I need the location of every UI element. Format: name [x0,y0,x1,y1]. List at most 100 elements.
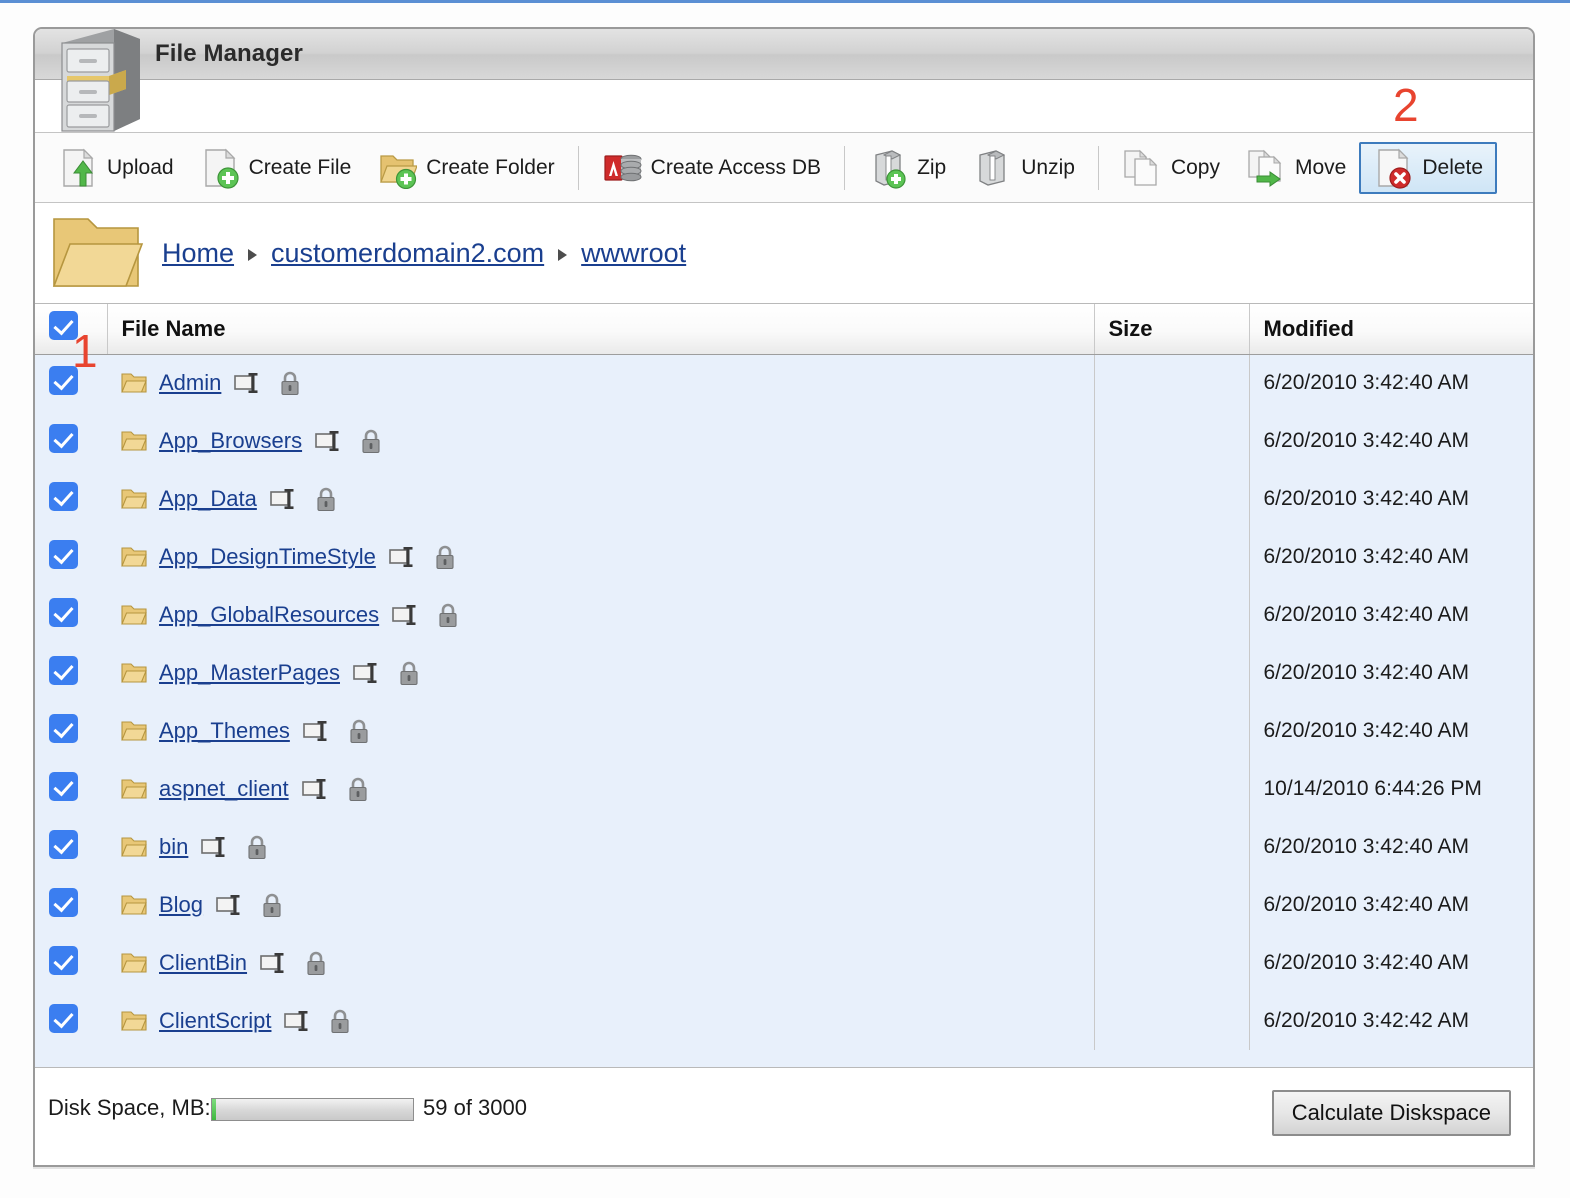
rename-icon[interactable] [284,1010,311,1032]
column-header-size[interactable]: Size [1094,304,1250,355]
create-folder-button[interactable]: Create Folder [364,142,567,194]
row-checkbox[interactable] [49,597,78,627]
file-entry: aspnet_client [121,776,1094,802]
file-name-link[interactable]: App_Data [159,486,257,512]
table-row[interactable]: App_Browsers 6/20/2010 3:42:40 AM [35,412,1533,470]
column-header-modified[interactable]: Modified [1249,304,1533,355]
lock-icon[interactable] [434,544,456,570]
row-checkbox[interactable] [49,713,78,743]
row-name-cell: Admin [107,354,1095,412]
table-row[interactable]: Blog 6/20/2010 3:42:40 AM [35,876,1533,934]
table-row[interactable]: aspnet_client 10/14/2010 6:44:26 PM [35,760,1533,818]
row-checkbox[interactable] [49,423,78,453]
row-checkbox[interactable] [49,481,78,511]
breadcrumb-item-wwwroot[interactable]: wwwroot [581,238,686,269]
lock-icon[interactable] [437,602,459,628]
row-checkbox[interactable] [49,539,78,569]
folder-icon [121,663,147,683]
file-name-link[interactable]: Admin [159,370,221,396]
file-name-link[interactable]: ClientBin [159,950,247,976]
rename-icon[interactable] [270,488,297,510]
rename-icon[interactable] [392,604,419,626]
row-name-cell: ClientScript [107,992,1095,1050]
row-modified-cell: 10/14/2010 6:44:26 PM [1249,760,1533,818]
rename-icon[interactable] [260,952,287,974]
copy-button[interactable]: Copy [1109,142,1233,194]
row-checkbox[interactable] [49,771,78,801]
table-row[interactable]: App_MasterPages 6/20/2010 3:42:40 AM [35,644,1533,702]
row-select-cell [35,992,107,1050]
row-name-cell: App_Data [107,470,1095,528]
lock-icon[interactable] [246,834,268,860]
lock-icon[interactable] [398,660,420,686]
lock-icon[interactable] [329,1008,351,1034]
lock-icon[interactable] [360,428,382,454]
file-name-link[interactable]: App_GlobalResources [159,602,379,628]
table-row[interactable]: App_Themes 6/20/2010 3:42:40 AM [35,702,1533,760]
rename-icon[interactable] [353,662,380,684]
rename-icon[interactable] [216,894,243,916]
lock-icon[interactable] [279,370,301,396]
file-name-link[interactable]: aspnet_client [159,776,289,802]
folder-icon [121,431,147,451]
create-access-db-button[interactable]: Create Access DB [589,142,834,194]
upload-file-icon [63,148,94,187]
rename-icon[interactable] [389,546,416,568]
calculate-diskspace-button[interactable]: Calculate Diskspace [1271,1090,1511,1136]
delete-button[interactable]: Delete [1359,141,1498,194]
upload-button[interactable]: Upload [45,142,187,194]
row-checkbox[interactable] [49,1003,78,1033]
disk-space-value: 59 of 3000 [423,1095,527,1120]
zip-button[interactable]: Zip [855,142,959,194]
file-entry: ClientBin [121,950,1094,976]
rename-icon[interactable] [315,430,342,452]
breadcrumb-item-home[interactable]: Home [162,238,234,269]
rename-icon[interactable] [303,720,330,742]
row-name-cell: App_GlobalResources [107,586,1095,644]
table-row[interactable]: Admin 6/20/2010 3:42:40 AM [35,354,1533,412]
file-name-link[interactable]: Blog [159,892,203,918]
unzip-label: Unzip [1021,155,1075,179]
table-row[interactable]: ClientBin 6/20/2010 3:42:40 AM [35,934,1533,992]
rename-icon[interactable] [301,778,329,800]
file-name-link[interactable]: App_Themes [159,718,290,744]
folder-icon [121,605,147,625]
lock-icon[interactable] [347,776,369,802]
row-checkbox[interactable] [49,829,78,859]
lock-icon[interactable] [348,718,370,744]
select-all-checkbox[interactable] [49,311,78,341]
status-footer: Disk Space, MB: 59 of 3000 Calculate Dis… [35,1067,1533,1164]
lock-icon[interactable] [315,486,337,512]
row-checkbox[interactable] [49,887,78,917]
column-header-file-name[interactable]: File Name [107,304,1095,355]
row-checkbox[interactable] [49,365,78,395]
row-name-cell: Blog [107,876,1095,934]
file-name-link[interactable]: App_Browsers [159,428,302,454]
file-name-link[interactable]: bin [159,834,188,860]
file-name-link[interactable]: ClientScript [159,1008,271,1034]
row-checkbox[interactable] [49,945,78,975]
table-row[interactable]: ClientScript 6/20/2010 3:42:42 AM [35,992,1533,1050]
file-name-link[interactable]: App_MasterPages [159,660,340,686]
new-file-icon [204,148,239,189]
row-name-cell: App_Themes [107,702,1095,760]
file-name-link[interactable]: App_DesignTimeStyle [159,544,376,570]
rename-icon[interactable] [234,372,261,394]
table-row[interactable]: bin 6/20/2010 3:42:40 AM [35,818,1533,876]
create-file-button[interactable]: Create File [187,142,365,194]
chevron-right-icon [558,249,568,261]
unzip-button[interactable]: Unzip [959,142,1088,194]
folder-icon [121,489,147,509]
rename-icon[interactable] [201,836,228,858]
lock-icon[interactable] [261,892,283,918]
breadcrumb-item-domain[interactable]: customerdomain2.com [271,238,544,269]
table-row[interactable]: App_Data 6/20/2010 3:42:40 AM [35,470,1533,528]
table-row[interactable]: App_DesignTimeStyle 6/20/2010 3:42:40 AM [35,528,1533,586]
file-entry: ClientScript [121,1008,1094,1034]
create-access-db-label: Create Access DB [650,155,822,179]
lock-icon[interactable] [305,950,327,976]
row-size-cell [1094,644,1250,702]
move-button[interactable]: Move [1233,142,1359,194]
row-checkbox[interactable] [49,655,78,685]
table-row[interactable]: App_GlobalResources 6/20/2010 3:42:40 AM [35,586,1533,644]
